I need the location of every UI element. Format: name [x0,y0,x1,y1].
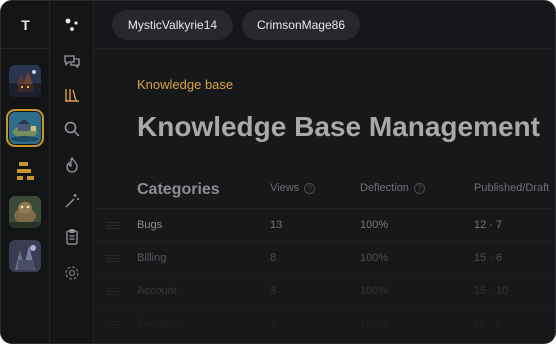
cell-deflection: 100% [360,318,389,330]
header-published-draft[interactable]: Published/Draft [474,182,549,194]
help-icon[interactable]: ? [413,182,425,194]
cell-views: 13 [270,219,283,231]
header-views-label: Views [270,182,300,194]
header-categories[interactable]: Categories [137,181,220,199]
cell-category: Account [137,285,177,297]
magic-wand-icon[interactable] [62,191,82,211]
drag-handle-icon[interactable] [106,288,120,296]
page-title: Knowledge Base Management [137,111,540,142]
workspace-button[interactable]: T [1,1,50,49]
table-row[interactable]: Bugs 13 100% 12 · 7 [94,208,555,241]
cell-views: 8 [270,252,277,264]
dots-icon[interactable] [62,15,82,35]
cell-views: 3 [270,285,277,297]
header-views[interactable]: Views ? [270,182,316,194]
breadcrumb[interactable]: Knowledge base [137,77,233,92]
cell-category: Billing [137,252,167,264]
island-thumbnail[interactable] [6,109,44,147]
cell-deflection: 100% [360,252,389,264]
gear-icon[interactable] [62,263,82,283]
table-row[interactable]: Feedback 3 100% 11 · 4 [94,307,555,340]
table-header: Categories Views ? Deflection ? Publishe… [94,170,555,210]
cell-category: Feedback [137,318,186,330]
main-nav [50,1,94,343]
cell-views: 3 [270,318,277,330]
drag-handle-icon[interactable] [106,321,120,329]
user-tab-crimsonmage86[interactable]: CrimsonMage86 [242,10,360,40]
table-row[interactable]: Account 3 100% 15 · 10 [94,274,555,307]
top-bar: MysticValkyrie14 CrimsonMage86 [94,1,555,49]
fortress-thumbnail[interactable] [9,240,41,272]
user-tab-mysticvalkyrie14[interactable]: MysticValkyrie14 [112,10,233,40]
main-content: Knowledge base Knowledge Base Management… [94,50,555,343]
library-icon[interactable] [62,85,82,105]
search-icon[interactable] [62,119,82,139]
header-deflection[interactable]: Deflection ? [360,182,425,194]
chat-bubbles-icon[interactable] [62,51,82,71]
cell-published-draft: 12 · 7 [474,219,503,231]
drag-handle-icon[interactable] [106,222,120,230]
cell-published-draft: 15 · 6 [474,252,503,264]
cell-category: Bugs [137,219,163,231]
clipboard-icon[interactable] [62,227,82,247]
header-deflection-label: Deflection [360,182,409,194]
help-icon[interactable]: ? [304,182,316,194]
cell-published-draft: 11 · 4 [474,318,502,330]
creature-thumbnail[interactable] [9,196,41,228]
castle-thumbnail[interactable] [9,65,41,97]
workspace-rail: T [1,1,50,343]
cell-deflection: 100% [360,219,389,231]
table-row[interactable]: Billing 8 100% 15 · 6 [94,241,555,274]
bars-thumbnail[interactable] [9,155,41,187]
flame-icon[interactable] [62,155,82,175]
cell-deflection: 100% [360,285,389,297]
cell-published-draft: 15 · 10 [474,285,509,297]
app-window: T MysticValkyrie14 CrimsonMage86 Knowled… [0,0,556,344]
drag-handle-icon[interactable] [106,255,120,263]
